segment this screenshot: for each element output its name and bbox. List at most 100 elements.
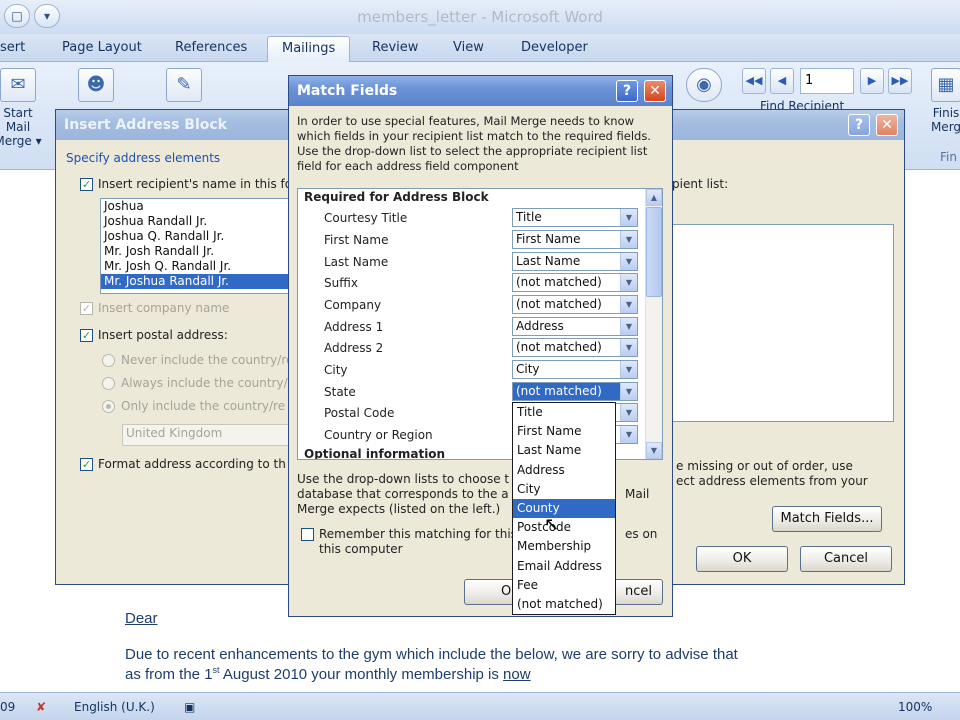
always-include-country-radio[interactable] [102, 377, 115, 390]
list-item[interactable]: Joshua Q. Randall Jr. [101, 229, 289, 244]
correct-problems-text-1: e missing or out of order, use [676, 459, 853, 473]
field-options-dropdown[interactable]: Title First Name Last Name Address City … [512, 402, 616, 615]
chevron-down-icon[interactable]: ▼ [620, 318, 637, 335]
field-label: Postal Code [324, 406, 395, 420]
chevron-down-icon[interactable]: ▼ [620, 253, 637, 270]
country-select[interactable]: United Kingdom [122, 424, 290, 446]
field-mapping-select[interactable]: (not matched) ▼ [512, 295, 638, 314]
format-address-checkbox[interactable]: ✓ [80, 458, 93, 471]
dropdown-option-highlighted[interactable]: County [513, 498, 615, 519]
field-label: City [324, 363, 348, 377]
list-item-selected[interactable]: Mr. Joshua Randall Jr. [101, 274, 289, 289]
ribbon-tabs: sert Page Layout References Mailings Rev… [0, 34, 960, 63]
language-indicator[interactable]: English (U.K.) [74, 700, 155, 714]
dropdown-option[interactable]: Email Address [513, 557, 615, 576]
help-icon[interactable]: ? [616, 80, 638, 102]
field-mapping-select[interactable]: (not matched) ▼ [512, 338, 638, 357]
dropdown-option[interactable]: Last Name [513, 441, 615, 460]
list-item[interactable]: Joshua Randall Jr. [101, 214, 289, 229]
field-panel-scrollbar[interactable]: ▲ ▼ [645, 189, 662, 459]
field-mapping-select[interactable]: Address ▼ [512, 317, 638, 336]
field-mapping-select[interactable]: (not matched) ▼ [512, 273, 638, 292]
chevron-down-icon[interactable]: ▼ [620, 383, 637, 400]
chevron-down-icon[interactable]: ▼ [620, 404, 637, 421]
tab-references[interactable]: References [175, 40, 247, 55]
dropdown-option[interactable]: City [513, 480, 615, 499]
dropdown-option[interactable]: (not matched) [513, 595, 615, 614]
match-fields-title-bar: Match Fields ? ✕ [289, 76, 672, 106]
tab-page-layout[interactable]: Page Layout [62, 40, 142, 55]
chevron-down-icon[interactable]: ▼ [620, 231, 637, 248]
remember-matching-checkbox[interactable] [301, 528, 314, 541]
chevron-down-icon[interactable]: ▼ [620, 209, 637, 226]
last-record-button[interactable]: ▶▶ [888, 68, 912, 94]
dropdown-option[interactable]: First Name [513, 422, 615, 441]
tab-view[interactable]: View [453, 40, 484, 55]
insert-name-checkbox[interactable]: ✓ [80, 178, 93, 191]
list-item[interactable]: Mr. Josh Q. Randall Jr. [101, 259, 289, 274]
tab-review[interactable]: Review [372, 40, 418, 55]
scroll-down-icon[interactable]: ▼ [646, 442, 662, 459]
tab-insert[interactable]: sert [0, 40, 25, 55]
field-mapping-select[interactable]: Title ▼ [512, 208, 638, 227]
salutation-field[interactable]: Dear [125, 610, 158, 627]
edit-recipient-list-button[interactable]: ✎ [160, 68, 208, 106]
help-icon[interactable]: ? [848, 114, 870, 136]
next-record-button[interactable]: ▶ [860, 68, 884, 94]
chevron-down-icon[interactable]: ▼ [620, 426, 637, 443]
record-number-input[interactable]: 1 [800, 68, 854, 94]
dropdown-option[interactable]: Postcode [513, 518, 615, 537]
scroll-up-icon[interactable]: ▲ [646, 189, 662, 206]
preview-results-button[interactable]: ◉ [680, 68, 728, 106]
chevron-down-icon[interactable]: ▼ [620, 274, 637, 291]
remember-matching-label: Remember this matching for this [319, 527, 517, 541]
previous-record-button[interactable]: ◀ [770, 68, 794, 94]
dropdown-option[interactable]: Membership [513, 537, 615, 556]
merge-field-link[interactable]: now [503, 666, 531, 683]
first-record-button[interactable]: ◀◀ [742, 68, 766, 94]
chevron-down-icon[interactable]: ▼ [620, 361, 637, 378]
document-line-1: Due to recent enhancements to the gym wh… [125, 646, 738, 663]
scroll-thumb[interactable] [646, 207, 662, 297]
line2-prefix: as from the 1 [125, 666, 213, 683]
dropdown-option[interactable]: Fee [513, 576, 615, 595]
ok-button[interactable]: OK [696, 546, 788, 572]
list-item[interactable]: Mr. Josh Randall Jr. [101, 244, 289, 259]
select-recipients-button[interactable]: ☻ [72, 68, 120, 106]
dropdown-option[interactable]: Title [513, 403, 615, 422]
cancel-button[interactable]: Cancel [800, 546, 892, 572]
name-format-list[interactable]: Joshua Joshua Randall Jr. Joshua Q. Rand… [100, 198, 290, 294]
match-fields-button[interactable]: Match Fields... [772, 506, 882, 532]
field-mapping-select[interactable]: First Name ▼ [512, 230, 638, 249]
finish-merge-button[interactable]: ▦ Finis Merg [926, 68, 960, 134]
finish-label-2: Merg [930, 120, 960, 134]
select-value: Title [516, 210, 542, 224]
select-value: City [516, 362, 540, 376]
field-label: Address 1 [324, 320, 384, 334]
chevron-down-icon[interactable]: ▼ [620, 339, 637, 356]
macro-icon[interactable]: ▣ [184, 700, 195, 714]
tab-developer[interactable]: Developer [521, 40, 588, 55]
zoom-level[interactable]: 100% [898, 700, 932, 714]
insert-postal-address-checkbox[interactable]: ✓ [80, 329, 93, 342]
bottom-help-text-2: database that corresponds to the a [297, 487, 509, 501]
spelling-icon[interactable]: ✘ [36, 700, 46, 714]
only-include-country-radio[interactable] [102, 400, 115, 413]
bottom-help-text-2-end: Mail [625, 487, 650, 501]
dropdown-option[interactable]: Address [513, 461, 615, 480]
field-mapping-select[interactable]: City ▼ [512, 360, 638, 379]
field-label: State [324, 385, 356, 399]
insert-company-checkbox[interactable]: ✓ [80, 302, 93, 315]
never-include-country-radio[interactable] [102, 354, 115, 367]
start-mail-merge-button[interactable]: ✉ Start Mail Merge ▾ [0, 68, 42, 148]
chevron-down-icon[interactable]: ▼ [620, 296, 637, 313]
state-mapping-select[interactable]: (not matched) ▼ [512, 382, 638, 401]
mouse-cursor-icon: ↖ [544, 514, 560, 535]
field-mapping-select[interactable]: Last Name ▼ [512, 252, 638, 271]
close-icon[interactable]: ✕ [876, 114, 898, 136]
close-icon[interactable]: ✕ [644, 80, 666, 102]
tab-mailings[interactable]: Mailings [267, 36, 351, 63]
list-item[interactable]: Joshua [101, 199, 289, 214]
select-value: Last Name [516, 254, 581, 268]
finish-merge-icon: ▦ [931, 68, 960, 102]
